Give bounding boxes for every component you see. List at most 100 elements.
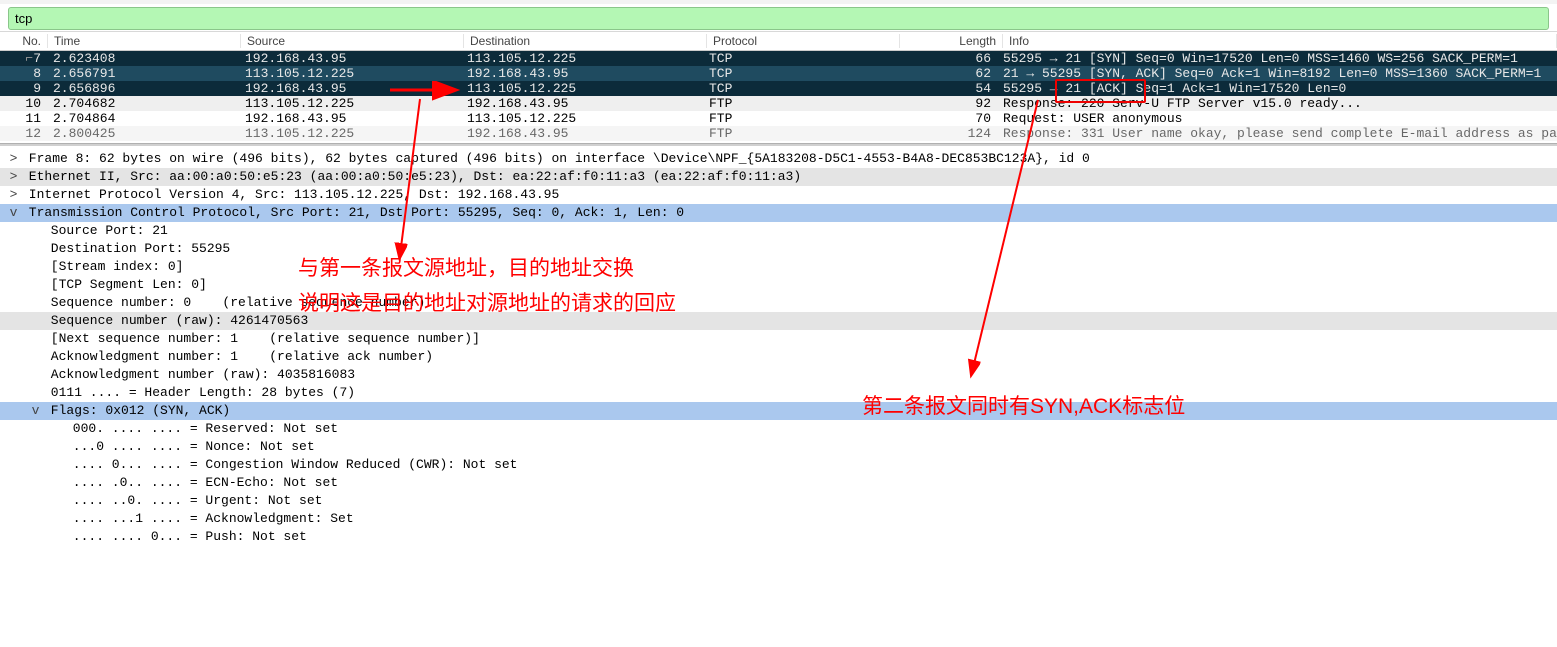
expander-icon bbox=[28, 312, 43, 330]
detail-line[interactable]: [TCP Segment Len: 0] bbox=[0, 276, 1557, 294]
cell-dst: 113.105.12.225 bbox=[461, 81, 703, 96]
cell-info: 55295 → 21 [SYN] Seq=0 Win=17520 Len=0 M… bbox=[997, 51, 1557, 66]
packet-row[interactable]: 112.704864192.168.43.95113.105.12.225FTP… bbox=[0, 111, 1557, 126]
detail-line[interactable]: .... .... 0... = Push: Not set bbox=[0, 528, 1557, 546]
detail-line[interactable]: 000. .... .... = Reserved: Not set bbox=[0, 420, 1557, 438]
cell-info: 55295 → 21 [ACK] Seq=1 Ack=1 Win=17520 L… bbox=[997, 81, 1557, 96]
expander-icon bbox=[50, 528, 65, 546]
toolbar bbox=[0, 0, 1557, 4]
cell-src: 192.168.43.95 bbox=[239, 111, 461, 126]
expander-icon[interactable]: > bbox=[6, 186, 21, 204]
col-info[interactable]: Info bbox=[1003, 34, 1557, 48]
expander-icon bbox=[50, 492, 65, 510]
cell-dst: 113.105.12.225 bbox=[461, 51, 703, 66]
expander-icon bbox=[28, 276, 43, 294]
expander-icon bbox=[50, 420, 65, 438]
cell-src: 113.105.12.225 bbox=[239, 126, 461, 141]
cell-time: 2.704682 bbox=[47, 96, 239, 111]
packet-row[interactable]: 122.800425113.105.12.225192.168.43.95FTP… bbox=[0, 126, 1557, 141]
col-destination[interactable]: Destination bbox=[464, 34, 707, 48]
cell-dst: 113.105.12.225 bbox=[461, 111, 703, 126]
cell-pro: FTP bbox=[703, 96, 895, 111]
expander-icon[interactable]: > bbox=[6, 150, 21, 168]
packet-row[interactable]: ⌐72.623408192.168.43.95113.105.12.225TCP… bbox=[0, 51, 1557, 66]
cell-len: 70 bbox=[895, 111, 997, 126]
detail-line[interactable]: > Frame 8: 62 bytes on wire (496 bits), … bbox=[0, 150, 1557, 168]
packet-list-header: No. Time Source Destination Protocol Len… bbox=[0, 32, 1557, 51]
cell-len: 124 bbox=[895, 126, 997, 141]
detail-line[interactable]: .... ..0. .... = Urgent: Not set bbox=[0, 492, 1557, 510]
col-protocol[interactable]: Protocol bbox=[707, 34, 900, 48]
cell-dst: 192.168.43.95 bbox=[461, 66, 703, 81]
expander-icon bbox=[28, 222, 43, 240]
cell-info: Response: 220 Serv-U FTP Server v15.0 re… bbox=[997, 96, 1557, 111]
detail-line[interactable]: [Stream index: 0] bbox=[0, 258, 1557, 276]
cell-src: 113.105.12.225 bbox=[239, 66, 461, 81]
cell-len: 66 bbox=[895, 51, 997, 66]
cell-pro: FTP bbox=[703, 111, 895, 126]
detail-line[interactable]: v Flags: 0x012 (SYN, ACK) bbox=[0, 402, 1557, 420]
col-source[interactable]: Source bbox=[241, 34, 464, 48]
detail-line[interactable]: Acknowledgment number (raw): 4035816083 bbox=[0, 366, 1557, 384]
detail-line[interactable]: Sequence number: 0 (relative sequence nu… bbox=[0, 294, 1557, 312]
col-no[interactable]: No. bbox=[0, 34, 48, 48]
detail-line[interactable]: [Next sequence number: 1 (relative seque… bbox=[0, 330, 1557, 348]
expander-icon[interactable]: v bbox=[28, 402, 43, 420]
cell-pro: TCP bbox=[703, 81, 895, 96]
cell-info: 21 → 55295 [SYN, ACK] Seq=0 Ack=1 Win=81… bbox=[997, 66, 1557, 81]
cell-len: 92 bbox=[895, 96, 997, 111]
packet-row[interactable]: 82.656791113.105.12.225192.168.43.95TCP6… bbox=[0, 66, 1557, 81]
packet-row[interactable]: 102.704682113.105.12.225192.168.43.95FTP… bbox=[0, 96, 1557, 111]
cell-no: ⌐7 bbox=[0, 51, 47, 66]
expander-icon bbox=[50, 510, 65, 528]
detail-line[interactable]: Acknowledgment number: 1 (relative ack n… bbox=[0, 348, 1557, 366]
detail-line[interactable]: .... .0.. .... = ECN-Echo: Not set bbox=[0, 474, 1557, 492]
expander-icon[interactable]: > bbox=[6, 168, 21, 186]
expander-icon bbox=[28, 330, 43, 348]
detail-line[interactable]: .... ...1 .... = Acknowledgment: Set bbox=[0, 510, 1557, 528]
packet-list[interactable]: ⌐72.623408192.168.43.95113.105.12.225TCP… bbox=[0, 51, 1557, 141]
col-time[interactable]: Time bbox=[48, 34, 241, 48]
expander-icon bbox=[50, 474, 65, 492]
cell-len: 54 bbox=[895, 81, 997, 96]
detail-line[interactable]: v Transmission Control Protocol, Src Por… bbox=[0, 204, 1557, 222]
cell-time: 2.656791 bbox=[47, 66, 239, 81]
expander-icon bbox=[28, 294, 43, 312]
cell-no: 10 bbox=[0, 96, 47, 111]
detail-line[interactable]: Destination Port: 55295 bbox=[0, 240, 1557, 258]
cell-no: 12 bbox=[0, 126, 47, 141]
display-filter-input[interactable]: tcp bbox=[13, 9, 1544, 28]
expander-icon bbox=[50, 438, 65, 456]
cell-pro: TCP bbox=[703, 66, 895, 81]
cell-no: 9 bbox=[0, 81, 47, 96]
detail-line[interactable]: Sequence number (raw): 4261470563 bbox=[0, 312, 1557, 330]
detail-line[interactable]: 0111 .... = Header Length: 28 bytes (7) bbox=[0, 384, 1557, 402]
cell-no: 8 bbox=[0, 66, 47, 81]
detail-line[interactable]: Source Port: 21 bbox=[0, 222, 1557, 240]
packet-details-pane[interactable]: > Frame 8: 62 bytes on wire (496 bits), … bbox=[0, 146, 1557, 546]
cell-pro: TCP bbox=[703, 51, 895, 66]
cell-time: 2.704864 bbox=[47, 111, 239, 126]
detail-line[interactable]: .... 0... .... = Congestion Window Reduc… bbox=[0, 456, 1557, 474]
expander-icon bbox=[28, 348, 43, 366]
cell-dst: 192.168.43.95 bbox=[461, 126, 703, 141]
col-length[interactable]: Length bbox=[900, 34, 1003, 48]
expander-icon bbox=[28, 258, 43, 276]
packet-row[interactable]: 92.656896192.168.43.95113.105.12.225TCP5… bbox=[0, 81, 1557, 96]
cell-time: 2.623408 bbox=[47, 51, 239, 66]
expander-icon bbox=[28, 366, 43, 384]
expander-icon bbox=[28, 384, 43, 402]
expander-icon[interactable]: v bbox=[6, 204, 21, 222]
detail-line[interactable]: ...0 .... .... = Nonce: Not set bbox=[0, 438, 1557, 456]
expander-icon bbox=[50, 456, 65, 474]
display-filter-bar[interactable]: tcp bbox=[8, 7, 1549, 30]
cell-info: Response: 331 User name okay, please sen… bbox=[997, 126, 1557, 141]
cell-time: 2.656896 bbox=[47, 81, 239, 96]
cell-len: 62 bbox=[895, 66, 997, 81]
cell-no: 11 bbox=[0, 111, 47, 126]
detail-line[interactable]: > Ethernet II, Src: aa:00:a0:50:e5:23 (a… bbox=[0, 168, 1557, 186]
cell-time: 2.800425 bbox=[47, 126, 239, 141]
detail-line[interactable]: > Internet Protocol Version 4, Src: 113.… bbox=[0, 186, 1557, 204]
cell-src: 192.168.43.95 bbox=[239, 51, 461, 66]
cell-dst: 192.168.43.95 bbox=[461, 96, 703, 111]
